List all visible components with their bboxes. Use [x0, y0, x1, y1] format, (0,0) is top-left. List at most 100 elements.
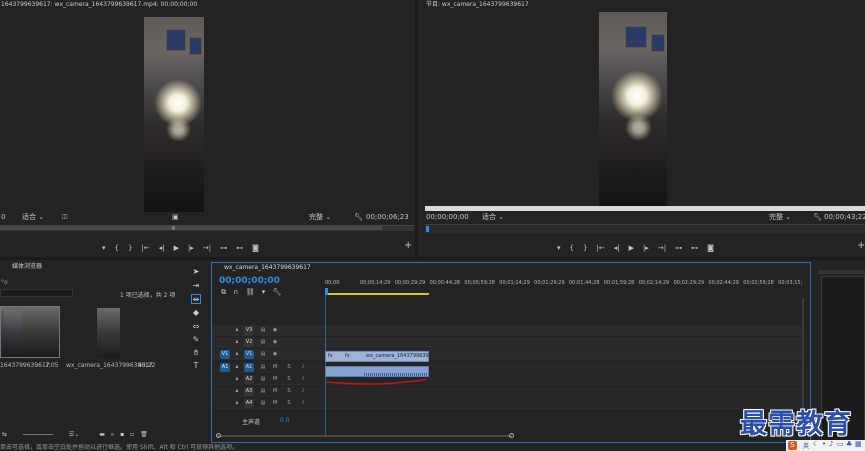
- zoom-slider[interactable]: [22, 434, 53, 435]
- sync-lock-icon[interactable]: ▤: [258, 375, 268, 384]
- type-tool-icon[interactable]: T: [191, 361, 201, 371]
- safe-margin-icon[interactable]: ▣: [172, 212, 179, 222]
- panel-divider[interactable]: [415, 0, 418, 258]
- project-search-input[interactable]: [0, 289, 73, 297]
- settings-icon[interactable]: ◫: [62, 212, 68, 222]
- track-target-a3[interactable]: A3: [244, 387, 254, 396]
- sync-lock-icon[interactable]: ▤: [258, 326, 268, 335]
- add-button[interactable]: +: [857, 241, 865, 251]
- track-target-a1[interactable]: A1: [244, 362, 254, 372]
- marker-icon[interactable]: ▾: [102, 243, 106, 253]
- out-point-icon[interactable]: }: [128, 243, 132, 253]
- mute-button[interactable]: M: [270, 399, 280, 408]
- source-monitor-title[interactable]: 1643799639617: wx_camera_1643799639617.m…: [1, 0, 411, 10]
- nest-icon[interactable]: ⧉: [221, 288, 226, 296]
- new-item-icon[interactable]: ▫: [130, 431, 134, 438]
- timeline-timecode[interactable]: 00;00;00;00: [219, 276, 280, 286]
- program-quality-select[interactable]: 完整 ⌄: [769, 212, 791, 222]
- program-timeline-strip[interactable]: [425, 224, 865, 233]
- source-fit-left[interactable]: 0: [1, 212, 5, 222]
- track-target-a2[interactable]: A2: [244, 374, 254, 384]
- project-item-thumbnail[interactable]: [0, 306, 60, 358]
- sync-lock-icon[interactable]: ▤: [258, 399, 268, 408]
- project-item-thumbnail[interactable]: [97, 308, 120, 358]
- extract-icon[interactable]: ⊷: [691, 243, 698, 253]
- lift-icon[interactable]: ⊶: [675, 243, 682, 253]
- playhead-icon[interactable]: [325, 288, 328, 295]
- play-icon[interactable]: ▶: [629, 243, 634, 253]
- in-point-icon[interactable]: {: [570, 243, 574, 253]
- voiceover-mic-icon[interactable]: ♪: [298, 363, 308, 372]
- sync-lock-icon[interactable]: ▤: [258, 338, 268, 347]
- lock-icon[interactable]: 🔒︎: [232, 399, 242, 408]
- voiceover-mic-icon[interactable]: ♪: [298, 387, 308, 396]
- track-target-a4[interactable]: A4: [244, 399, 254, 409]
- go-to-out-icon[interactable]: →|: [658, 243, 666, 253]
- trash-icon[interactable]: 🗑︎: [140, 431, 148, 438]
- track-select-tool-icon[interactable]: ⇥: [191, 281, 201, 291]
- lock-icon[interactable]: 🔒︎: [232, 326, 242, 335]
- step-back-icon[interactable]: ◂|: [614, 243, 620, 253]
- razor-tool-icon[interactable]: ◆: [191, 308, 201, 318]
- camera-icon[interactable]: ◙: [252, 243, 259, 253]
- track-target-v2[interactable]: V2: [244, 338, 254, 348]
- folder-icon[interactable]: ▬: [99, 431, 105, 438]
- lock-icon[interactable]: 🔒︎: [232, 350, 242, 359]
- dot-icon[interactable]: •: [822, 440, 826, 448]
- lock-icon[interactable]: ⇆: [2, 431, 7, 438]
- source-patch-v1[interactable]: V1: [220, 350, 230, 360]
- in-point-icon[interactable]: {: [115, 243, 119, 253]
- slip-tool-icon[interactable]: ⇔: [191, 322, 201, 332]
- linked-icon[interactable]: ⛓︎: [246, 288, 255, 296]
- program-monitor-title[interactable]: 节目: wx_camera_1643799639617: [426, 0, 726, 10]
- mute-button[interactable]: M: [270, 387, 280, 396]
- moon-icon[interactable]: ☾: [813, 440, 819, 448]
- go-to-in-icon[interactable]: |←: [141, 243, 149, 253]
- go-to-out-icon[interactable]: →|: [203, 243, 211, 253]
- program-fit-select[interactable]: 适合 ⌄: [482, 212, 504, 222]
- mic-icon[interactable]: ♪: [829, 440, 833, 448]
- lock-icon[interactable]: 🔒︎: [232, 338, 242, 347]
- tab-media-browser[interactable]: 媒体浏览器: [12, 262, 92, 272]
- video-track-row[interactable]: [212, 325, 802, 336]
- step-forward-icon[interactable]: |▸: [643, 243, 649, 253]
- track-target-v1[interactable]: V1: [244, 350, 254, 360]
- tab-sequence[interactable]: wx_camera_1643799639617: [224, 263, 324, 273]
- step-back-icon[interactable]: ◂|: [159, 243, 165, 253]
- voiceover-mic-icon[interactable]: ♪: [298, 375, 308, 384]
- video-clip[interactable]: fx fx wx_camera_1643799639617: [325, 351, 438, 362]
- master-value[interactable]: 0.0: [280, 417, 290, 424]
- step-forward-icon[interactable]: |▸: [188, 243, 194, 253]
- video-track-row[interactable]: [212, 349, 802, 361]
- lock-icon[interactable]: 🔒︎: [232, 387, 242, 396]
- sogou-icon[interactable]: S: [788, 441, 797, 450]
- mute-button[interactable]: M: [270, 375, 280, 384]
- keyboard-icon[interactable]: ▭: [837, 440, 844, 448]
- solo-button[interactable]: S: [284, 399, 294, 408]
- shirt-icon[interactable]: ♣: [846, 440, 852, 448]
- source-quality-select[interactable]: 完整 ⌄: [309, 212, 331, 222]
- scroll-handle[interactable]: [509, 433, 514, 438]
- program-timecode[interactable]: 00;00;00;00: [426, 212, 469, 222]
- new-bin-icon[interactable]: ▪: [120, 431, 124, 438]
- sync-lock-icon[interactable]: ▤: [258, 363, 268, 372]
- play-icon[interactable]: ▶: [174, 243, 179, 253]
- track-target-v3[interactable]: V3: [244, 326, 254, 335]
- timeline-hscroll[interactable]: [217, 435, 512, 437]
- selection-tool-icon[interactable]: ➤: [191, 267, 201, 277]
- eye-icon[interactable]: ◉: [270, 350, 280, 359]
- eye-icon[interactable]: ◉: [270, 338, 280, 347]
- sync-lock-icon[interactable]: ▤: [258, 350, 268, 359]
- eye-icon[interactable]: ◉: [270, 326, 280, 335]
- overwrite-icon[interactable]: ⊷: [236, 243, 243, 253]
- lock-icon[interactable]: 🔒︎: [232, 363, 242, 372]
- video-track-row[interactable]: [212, 337, 802, 349]
- work-area-bar[interactable]: [325, 293, 429, 295]
- program-scrub-bar[interactable]: [425, 206, 865, 211]
- solo-button[interactable]: S: [284, 387, 294, 396]
- go-to-in-icon[interactable]: |←: [596, 243, 604, 253]
- wrench-icon[interactable]: 🔧︎: [354, 212, 363, 222]
- lock-icon[interactable]: 🔒︎: [232, 375, 242, 384]
- mute-button[interactable]: M: [270, 363, 280, 372]
- time-ruler[interactable]: 00;00 00;00;14;29 00;00;29;29 00;00;44;28 00…: [325, 280, 812, 295]
